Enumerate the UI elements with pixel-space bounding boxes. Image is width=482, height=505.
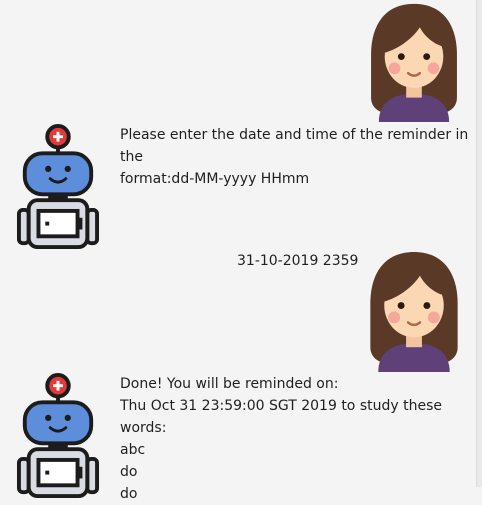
user-girl-icon bbox=[364, 248, 464, 372]
robot-icon bbox=[15, 124, 101, 249]
bot-message-text: Done! You will be reminded on: Thu Oct 3… bbox=[120, 373, 475, 505]
message-line: format:dd-MM-yyyy HHmm bbox=[120, 171, 310, 187]
message-line: 31-10-2019 2359 bbox=[237, 253, 359, 269]
message-line: abc bbox=[120, 442, 146, 458]
scrollbar[interactable] bbox=[476, 0, 482, 487]
user-message-text: 31-10-2019 2359 bbox=[237, 250, 358, 272]
bot-message-text: Please enter the date and time of the re… bbox=[120, 124, 475, 190]
user-girl-icon bbox=[364, 0, 464, 122]
message-line: Please enter the date and time of the re… bbox=[120, 127, 469, 165]
message-line: do bbox=[120, 464, 138, 480]
message-line: do bbox=[120, 486, 138, 502]
message-line: Thu Oct 31 23:59:00 SGT 2019 to study th… bbox=[120, 398, 442, 436]
message-line: Done! You will be reminded on: bbox=[120, 376, 339, 392]
robot-icon bbox=[15, 373, 101, 498]
